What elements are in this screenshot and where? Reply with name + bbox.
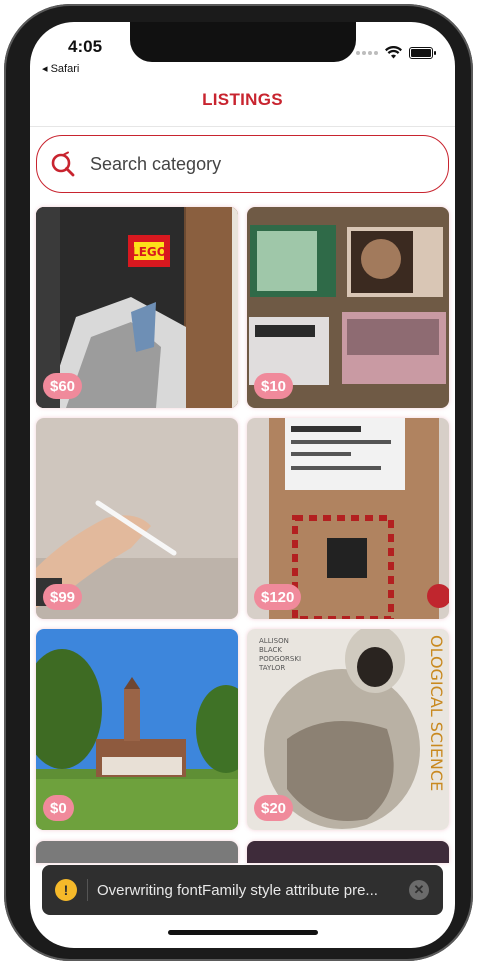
svg-text:ALLISON: ALLISON [259,637,289,645]
search-placeholder: Search category [90,153,222,174]
header-divider [30,126,455,127]
price-badge: $120 [254,584,302,610]
home-indicator[interactable] [168,930,318,935]
svg-text:OLOGICAL SCIENCE: OLOGICAL SCIENCE [427,635,446,791]
price-badge: $20 [254,795,294,821]
price-badge: $0 [43,795,74,821]
battery-icon [409,46,436,59]
search-icon [51,151,75,177]
status-indicators [356,46,436,59]
page-title: LISTINGS [202,90,283,109]
listing-card-partial[interactable] [36,841,238,863]
status-time: 4:05 [68,37,103,56]
close-icon[interactable]: ✕ [409,880,429,900]
phone-frame: 4:05 ◂ Safari LISTINGS Search category L… [4,4,473,961]
price-badge: $10 [254,373,294,399]
svg-text:PODGORSKI: PODGORSKI [259,655,301,663]
listing-card[interactable]: $10 [247,207,449,408]
price-badge: $99 [43,584,83,610]
toast-divider [87,879,88,901]
price-badge: $60 [43,373,83,399]
search-input[interactable]: Search category [36,135,449,193]
signal-icon [356,50,378,55]
svg-text:BLACK: BLACK [259,646,282,654]
listing-card[interactable]: $0 [36,629,238,830]
svg-text:LEGO: LEGO [131,245,167,259]
device-notch [130,22,356,62]
listing-card[interactable]: $120 [247,418,449,619]
listing-card[interactable]: OLOGICAL SCIENCE ALLISON BLACK PODGORSKI… [247,629,449,830]
listing-card[interactable]: LEGO $60 [36,207,238,408]
warning-icon: ! [55,879,77,901]
svg-text:TAYLOR: TAYLOR [258,664,285,672]
warning-toast[interactable]: ! Overwriting fontFamily style attribute… [42,865,443,915]
wifi-icon [385,46,402,59]
toast-message: Overwriting fontFamily style attribute p… [97,881,378,899]
listing-card[interactable]: $99 [36,418,238,619]
listing-card-partial[interactable] [247,841,449,863]
back-to-safari-link[interactable]: ◂ Safari [42,62,79,75]
app-screen: 4:05 ◂ Safari LISTINGS Search category L… [30,22,455,948]
